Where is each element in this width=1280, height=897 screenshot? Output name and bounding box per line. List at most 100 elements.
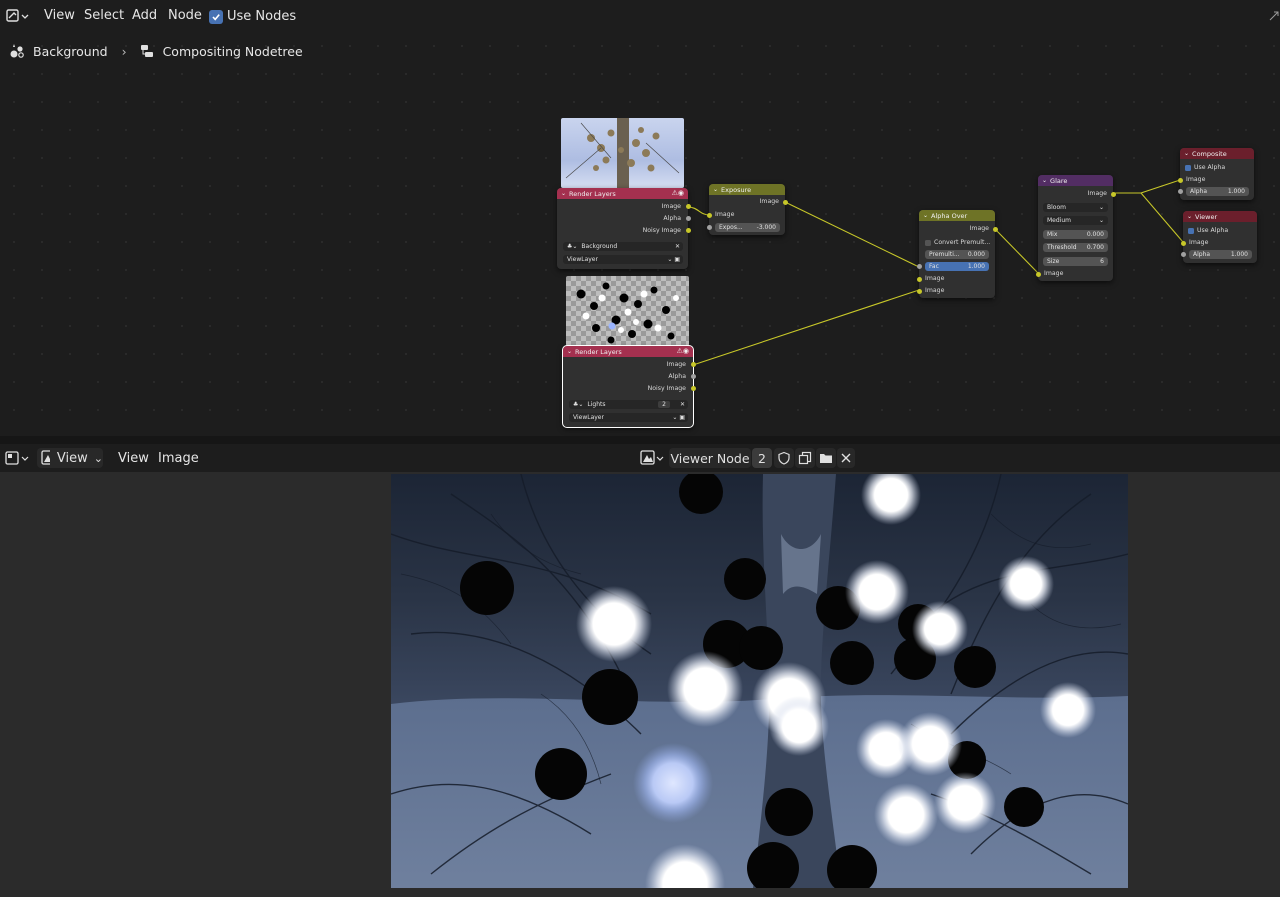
node-title: Glare (1050, 176, 1068, 185)
view-layer-selector[interactable]: ViewLayer ⌄ ▣ (563, 255, 683, 264)
view-mode-dropdown[interactable]: View ⌄ (37, 448, 103, 468)
scene-selector[interactable]: ♣⌄ Background ✕ (563, 242, 683, 251)
new-image-button[interactable] (795, 448, 815, 468)
collapse-icon[interactable]: ⌄ (567, 348, 572, 355)
open-image-button[interactable] (816, 448, 836, 468)
menu-view[interactable]: View (44, 8, 75, 23)
convert-premultiplied-toggle[interactable]: Convert Premult... (925, 239, 990, 246)
node-header[interactable]: ⌄ Glare (1038, 175, 1113, 186)
node-title: Composite (1192, 149, 1227, 158)
node-composite[interactable]: ⌄ Composite Use Alpha Image Alpha 1.000 (1177, 148, 1254, 200)
alpha-field[interactable]: Alpha 1.000 (1186, 187, 1249, 196)
warning-eye-icon[interactable]: ⚠◉ (677, 347, 689, 355)
socket-image-1-in[interactable] (916, 276, 922, 282)
unlink-image-button[interactable] (837, 448, 855, 468)
alpha-field[interactable]: Alpha 1.000 (1189, 250, 1252, 259)
clear-icon[interactable]: ✕ (675, 243, 680, 250)
image-user-count[interactable]: 2 (752, 448, 772, 468)
menu-add[interactable]: Add (132, 8, 157, 23)
socket-noisy-out[interactable] (690, 386, 696, 391)
breadcrumb-scene[interactable]: Background (33, 44, 108, 59)
socket-alpha-out[interactable] (690, 374, 696, 379)
view-mode-label: View (56, 450, 88, 466)
clear-icon[interactable]: ✕ (680, 401, 685, 408)
use-nodes-toggle[interactable]: Use Nodes (209, 9, 296, 24)
socket-image-out[interactable] (992, 226, 998, 232)
editor-type-button[interactable] (3, 448, 31, 468)
area-corner-icon[interactable] (1268, 10, 1280, 22)
editor-type-button[interactable] (3, 5, 31, 27)
collapse-icon[interactable]: ⌄ (923, 212, 928, 219)
node-glare[interactable]: ⌄ Glare Image Bloom ⌄ Medium ⌄ Mix 0.000 T… (1035, 175, 1116, 281)
premultiplied-label: Premulti... (929, 251, 960, 258)
fac-field[interactable]: Fac 1.000 (925, 262, 989, 271)
node-viewer[interactable]: ⌄ Viewer Use Alpha Image Alpha 1.000 (1180, 211, 1257, 263)
menu-image[interactable]: Image (158, 451, 199, 466)
socket-image-in[interactable] (1177, 177, 1183, 183)
socket-exposure-in[interactable] (706, 225, 712, 230)
premultiplied-field[interactable]: Premulti... 0.000 (925, 250, 989, 259)
socket-image-out[interactable] (690, 362, 696, 367)
socket-image-out[interactable] (685, 204, 691, 209)
socket-image-in[interactable] (1035, 271, 1041, 277)
exposure-value: -3.000 (756, 224, 776, 231)
node-alpha-over[interactable]: ⌄ Alpha Over Image Convert Premult... Pr… (916, 210, 998, 298)
menu-node[interactable]: Node (168, 8, 202, 23)
threshold-field[interactable]: Threshold 0.700 (1043, 243, 1108, 252)
mix-field[interactable]: Mix 0.000 (1043, 230, 1108, 239)
scene-selector[interactable]: ♣⌄ Lights 2 ✕ (569, 400, 688, 409)
image-browse-button[interactable] (638, 448, 666, 468)
alpha-label: Alpha (1190, 188, 1208, 195)
exposure-label: Expos... (719, 224, 743, 231)
socket-fac-in[interactable] (916, 264, 922, 269)
socket-image-2-in[interactable] (916, 288, 922, 294)
socket-noisy-out[interactable] (685, 228, 691, 233)
fac-value: 1.000 (967, 263, 985, 270)
collapse-icon[interactable]: ⌄ (1187, 213, 1192, 220)
glare-type-dropdown[interactable]: Bloom ⌄ (1043, 203, 1108, 212)
node-header[interactable]: ⌄ Alpha Over (919, 210, 995, 221)
node-header[interactable]: ⌄ Viewer (1183, 211, 1257, 222)
view-layer-selector[interactable]: ViewLayer ⌄ ▣ (569, 413, 688, 422)
menu-view[interactable]: View (118, 451, 149, 466)
convert-premultiplied-label: Convert Premult... (934, 239, 991, 246)
node-header[interactable]: ⌄ Composite (1180, 148, 1254, 159)
dropdown-render-icon[interactable]: ⌄ ▣ (672, 414, 685, 421)
socket-image-out[interactable] (782, 199, 788, 205)
node-render-layers-background[interactable]: ⌄ Render Layers ⚠◉ Image Alpha Noisy Ima… (557, 188, 691, 269)
alpha-label: Alpha (1193, 251, 1211, 258)
collapse-icon[interactable]: ⌄ (1184, 150, 1189, 157)
collapse-icon[interactable]: ⌄ (713, 186, 718, 193)
warning-eye-icon[interactable]: ⚠◉ (672, 189, 684, 197)
dropdown-render-icon[interactable]: ⌄ ▣ (667, 256, 680, 263)
socket-alpha-in[interactable] (1177, 189, 1183, 194)
view-layer-name: ViewLayer (567, 256, 598, 263)
collapse-icon[interactable]: ⌄ (1042, 177, 1047, 184)
socket-image-in[interactable] (1180, 240, 1186, 246)
use-alpha-toggle[interactable]: Use Alpha (1185, 164, 1225, 171)
socket-alpha-in[interactable] (1180, 252, 1186, 257)
size-field[interactable]: Size 6 (1043, 257, 1108, 266)
breadcrumb-node-tree[interactable]: Compositing Nodetree (163, 44, 303, 59)
menu-select[interactable]: Select (84, 8, 124, 23)
exposure-field[interactable]: Expos... -3.000 (715, 223, 780, 232)
area-splitter[interactable] (0, 436, 1280, 444)
scene-users-count[interactable]: 2 (658, 401, 670, 408)
node-render-layers-lights[interactable]: ⌄ Render Layers ⚠◉ Image Alpha Noisy Ima… (562, 345, 696, 428)
node-header[interactable]: ⌄ Render Layers ⚠◉ (557, 188, 688, 199)
output-noisy-image-label: Noisy Image (642, 227, 681, 234)
node-header[interactable]: ⌄ Exposure (709, 184, 785, 195)
collapse-icon[interactable]: ⌄ (561, 190, 566, 197)
image-name-field[interactable]: Viewer Node (669, 448, 751, 468)
node-header[interactable]: ⌄ Render Layers ⚠◉ (563, 346, 693, 357)
socket-alpha-out[interactable] (685, 216, 691, 221)
fake-user-button[interactable] (774, 448, 794, 468)
node-exposure[interactable]: ⌄ Exposure Image Image Expos... -3.000 (706, 184, 788, 235)
use-alpha-label: Use Alpha (1197, 227, 1229, 234)
socket-image-in[interactable] (706, 212, 712, 218)
alpha-value: 1.000 (1230, 251, 1248, 258)
socket-image-out[interactable] (1110, 191, 1116, 197)
use-alpha-toggle[interactable]: Use Alpha (1188, 227, 1228, 234)
node-title: Viewer (1195, 212, 1218, 221)
glare-quality-dropdown[interactable]: Medium ⌄ (1043, 216, 1108, 225)
